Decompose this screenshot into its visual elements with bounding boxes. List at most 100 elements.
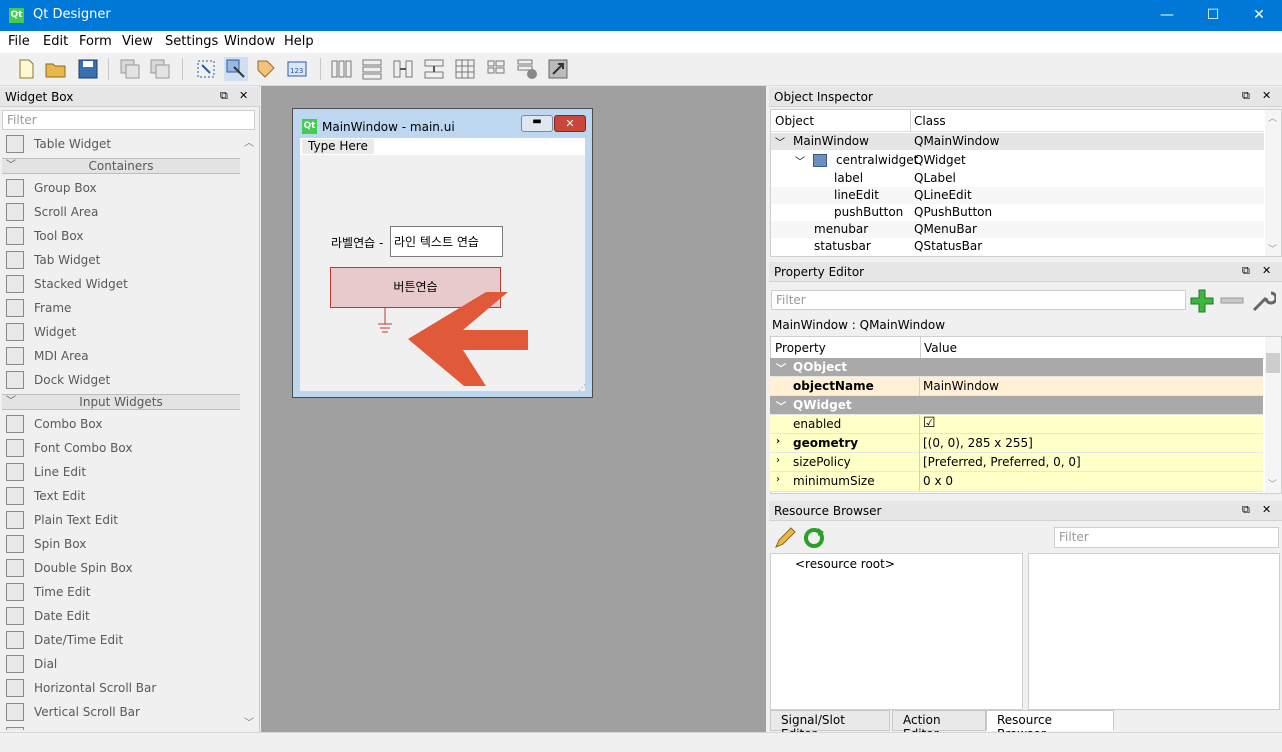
widget-box-item[interactable]: Tool Box: [2, 224, 240, 248]
object-tree[interactable]: Object Class ﹀ MainWindow QMainWindow ﹀ …: [770, 109, 1282, 257]
edit-resources-pencil-icon[interactable]: [773, 526, 797, 550]
layout-grid-icon[interactable]: [453, 57, 477, 81]
menu-file[interactable]: File: [8, 34, 30, 49]
widget-box-item[interactable]: Combo Box: [2, 412, 240, 436]
scroll-down-icon[interactable]: ﹀: [1268, 477, 1277, 490]
reload-icon[interactable]: [802, 526, 826, 550]
resource-filter-input[interactable]: Filter: [1054, 527, 1279, 548]
edit-widgets-icon[interactable]: [194, 57, 218, 81]
widget-box-item[interactable]: Vertical Scroll Bar: [2, 700, 240, 724]
tab-signal-slot-editor[interactable]: Signal/Slot Editor: [770, 710, 890, 741]
widget-box-item[interactable]: Frame: [2, 296, 240, 320]
tree-row-label[interactable]: label QLabel: [771, 170, 1264, 187]
widget-box-item[interactable]: Tab Widget: [2, 248, 240, 272]
widget-box-item[interactable]: Group Box: [2, 176, 240, 200]
resource-root-item[interactable]: <resource root>: [795, 557, 895, 571]
expand-chevron-icon[interactable]: ﹀: [795, 153, 805, 168]
widget-box-item[interactable]: Table Widget: [2, 132, 240, 156]
layout-vertical-icon[interactable]: [360, 57, 384, 81]
widget-box-item[interactable]: MDI Area: [2, 344, 240, 368]
form-minimize-button[interactable]: ▬: [521, 115, 553, 132]
close-icon[interactable]: ✕: [239, 89, 248, 102]
collapse-chevron-icon[interactable]: ﹀: [776, 360, 786, 375]
property-row-geometry[interactable]: › geometry [(0, 0), 285 x 255]: [770, 434, 1263, 453]
widget-box-item[interactable]: Scroll Area: [2, 200, 240, 224]
scroll-thumb[interactable]: [1266, 353, 1280, 373]
collapse-chevron-icon[interactable]: ﹀: [6, 159, 16, 173]
remove-dynamic-property-icon[interactable]: [1219, 288, 1245, 314]
widget-box-item[interactable]: Font Combo Box: [2, 436, 240, 460]
menu-edit[interactable]: Edit: [43, 34, 68, 49]
property-group-qwidget[interactable]: ﹀ QWidget: [770, 396, 1263, 415]
property-table-scrollbar[interactable]: ﹀: [1265, 337, 1281, 493]
minimize-button[interactable]: —: [1144, 0, 1190, 31]
form-line-edit[interactable]: 라인 텍스트 연습: [390, 226, 503, 257]
close-icon[interactable]: ✕: [1262, 264, 1271, 277]
layout-v-splitter-icon[interactable]: [422, 57, 446, 81]
widget-box-item[interactable]: Stacked Widget: [2, 272, 240, 296]
edit-signals-slots-icon[interactable]: [224, 57, 248, 81]
resource-file-view[interactable]: [1028, 553, 1280, 710]
scroll-up-icon[interactable]: ︿: [244, 134, 254, 149]
add-dynamic-property-icon[interactable]: [1189, 288, 1215, 314]
form-menu-bar[interactable]: Type Here: [300, 138, 585, 155]
paste-icon[interactable]: [148, 57, 172, 81]
scroll-down-icon[interactable]: ﹀: [1268, 242, 1277, 255]
scroll-down-icon[interactable]: ﹀: [244, 714, 254, 729]
widget-box-item[interactable]: Text Edit: [2, 484, 240, 508]
float-icon[interactable]: ⧉: [1242, 503, 1250, 517]
property-value[interactable]: [Preferred, Preferred, 0, 0]: [923, 455, 1081, 469]
widget-box-item[interactable]: Dock Widget: [2, 368, 240, 392]
widget-box-item[interactable]: Spin Box: [2, 532, 240, 556]
widget-box-item[interactable]: Double Spin Box: [2, 556, 240, 580]
float-icon[interactable]: ⧉: [1242, 264, 1250, 278]
form-label[interactable]: 라벨연습 -: [331, 234, 383, 251]
col-value[interactable]: Value: [924, 341, 957, 355]
tree-row-pushbutton[interactable]: pushButton QPushButton: [771, 204, 1264, 221]
property-value[interactable]: MainWindow: [923, 379, 999, 393]
float-icon[interactable]: ⧉: [220, 89, 228, 103]
tree-row-mainwindow[interactable]: ﹀ MainWindow QMainWindow: [771, 133, 1264, 150]
break-layout-icon[interactable]: [515, 57, 539, 81]
widget-box-item[interactable]: Date/Time Edit: [2, 628, 240, 652]
widget-box-item[interactable]: Time Edit: [2, 580, 240, 604]
property-row-objectname[interactable]: objectName MainWindow: [770, 377, 1263, 396]
copy-icon[interactable]: [118, 57, 142, 81]
property-row-enabled[interactable]: enabled ☑: [770, 415, 1263, 434]
float-icon[interactable]: ⧉: [1242, 89, 1250, 103]
tab-resource-browser[interactable]: Resource Browser: [986, 710, 1114, 741]
collapse-chevron-icon[interactable]: ﹀: [6, 395, 16, 409]
property-value[interactable]: 0 x 0: [923, 474, 953, 488]
close-icon[interactable]: ✕: [1262, 503, 1271, 516]
collapse-chevron-icon[interactable]: ﹀: [776, 398, 786, 413]
widget-category-header[interactable]: ﹀ Input Widgets: [2, 394, 240, 410]
layout-h-splitter-icon[interactable]: [391, 57, 415, 81]
maximize-button[interactable]: ☐: [1190, 0, 1236, 31]
edit-tab-order-icon[interactable]: 123: [285, 57, 309, 81]
menu-form[interactable]: Form: [79, 34, 112, 49]
menu-view[interactable]: View: [122, 34, 153, 49]
scroll-up-icon[interactable]: ︿: [1268, 111, 1277, 124]
new-file-icon[interactable]: [14, 57, 38, 81]
property-filter-input[interactable]: Filter: [771, 290, 1186, 310]
menu-settings[interactable]: Settings: [165, 34, 218, 49]
configure-wrench-icon[interactable]: [1250, 288, 1276, 314]
close-button[interactable]: ✕: [1236, 0, 1282, 31]
widget-box-scrollbar[interactable]: ︿ ﹀: [241, 132, 257, 730]
resource-tree[interactable]: <resource root>: [770, 553, 1023, 710]
layout-horizontal-icon[interactable]: [329, 57, 353, 81]
expand-chevron-icon[interactable]: ﹀: [775, 134, 785, 149]
tree-row-lineedit[interactable]: lineEdit QLineEdit: [771, 187, 1264, 204]
form-close-button[interactable]: ✕: [554, 115, 586, 132]
col-property[interactable]: Property: [775, 341, 826, 355]
expand-chevron-icon[interactable]: ›: [776, 436, 780, 447]
column-divider[interactable]: [910, 110, 911, 132]
widget-box-filter-input[interactable]: Filter: [2, 110, 255, 130]
col-object[interactable]: Object: [775, 114, 814, 128]
object-tree-scrollbar[interactable]: ︿ ﹀: [1265, 110, 1281, 256]
column-divider[interactable]: [920, 337, 921, 359]
adjust-size-icon[interactable]: [546, 57, 570, 81]
expand-chevron-icon[interactable]: ›: [776, 474, 780, 485]
widget-box-item[interactable]: Horizontal Slider: [2, 724, 240, 730]
layout-form-icon[interactable]: [484, 57, 508, 81]
